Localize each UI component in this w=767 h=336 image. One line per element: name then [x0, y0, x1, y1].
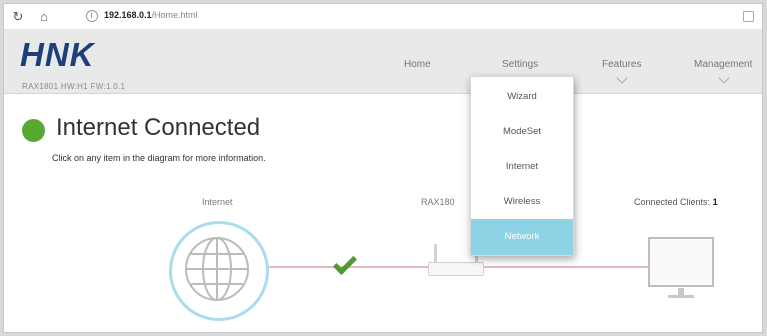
router-antenna-left — [434, 244, 437, 264]
router-label[interactable]: RAX180 — [421, 197, 455, 207]
nav-management[interactable]: Management — [694, 59, 752, 70]
connected-clients-label[interactable]: Connected Clients: 1 — [634, 197, 718, 207]
reader-view-icon[interactable] — [743, 11, 754, 22]
address-path: /Home.html — [151, 10, 198, 20]
nav-features[interactable]: Features — [602, 59, 641, 70]
menu-item-internet[interactable]: Internet — [471, 149, 573, 185]
menu-item-modeset[interactable]: ModeSet — [471, 114, 573, 150]
browser-window: ↻ ⌂ 192.168.0.1/Home.html HNK RAX1801 HW… — [3, 3, 763, 333]
app-header: HNK RAX1801 HW:H1 FW:1.0.1 Home Settings… — [4, 30, 762, 94]
home-icon[interactable]: ⌂ — [36, 9, 52, 25]
menu-item-wizard[interactable]: Wizard — [471, 79, 573, 115]
router-client-link — [484, 266, 648, 268]
status-title: Internet Connected — [56, 114, 261, 141]
model-info: RAX1801 HW:H1 FW:1.0.1 — [22, 82, 126, 91]
globe-icon[interactable] — [184, 236, 250, 302]
router-icon[interactable] — [428, 262, 484, 276]
settings-dropdown-menu: Wizard ModeSet Internet Wireless Network — [470, 76, 574, 256]
connected-clients-count: 1 — [712, 197, 718, 207]
nav-settings[interactable]: Settings — [502, 59, 538, 70]
monitor-icon[interactable] — [648, 237, 714, 287]
info-icon[interactable] — [86, 10, 98, 22]
management-chevron-down-icon[interactable] — [718, 72, 730, 84]
brand-logo[interactable]: HNK — [20, 36, 95, 74]
menu-item-wireless[interactable]: Wireless — [471, 184, 573, 220]
address-host: 192.168.0.1 — [104, 10, 152, 20]
connected-clients-text: Connected Clients: — [634, 197, 711, 207]
refresh-icon[interactable]: ↻ — [10, 9, 26, 25]
nav-home[interactable]: Home — [404, 59, 431, 70]
features-chevron-down-icon[interactable] — [616, 72, 628, 84]
menu-item-network[interactable]: Network — [471, 219, 573, 255]
monitor-base — [668, 295, 694, 298]
internet-label[interactable]: Internet — [202, 197, 233, 207]
browser-toolbar: ↻ ⌂ 192.168.0.1/Home.html — [4, 4, 762, 30]
connection-ok-check-icon — [332, 250, 358, 276]
status-subtitle: Click on any item in the diagram for mor… — [52, 153, 266, 163]
address-bar[interactable]: 192.168.0.1/Home.html — [104, 10, 198, 20]
status-indicator-icon — [22, 119, 45, 142]
